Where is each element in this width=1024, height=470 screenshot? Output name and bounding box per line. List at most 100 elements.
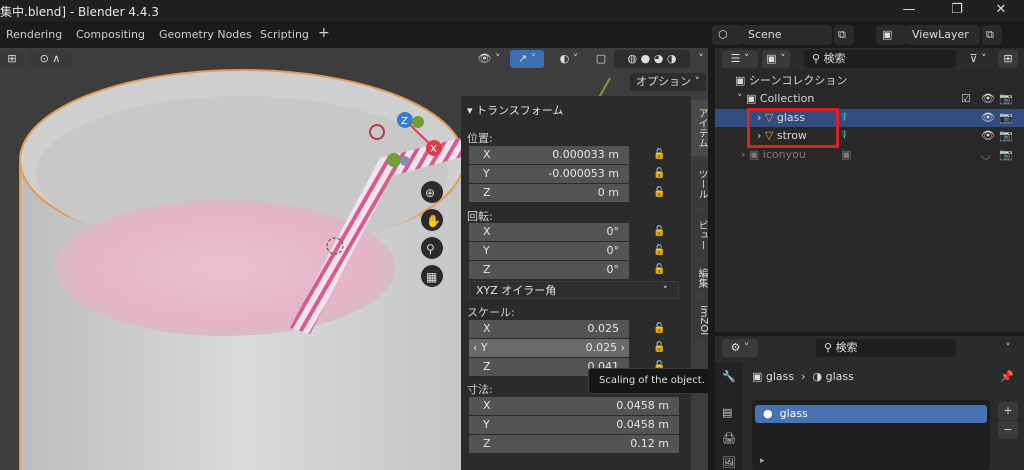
new-collection-icon[interactable]: ⊞ <box>998 50 1018 68</box>
tab-tool[interactable]: ツール <box>691 160 709 208</box>
transform-panel-header[interactable]: ▾ トランスフォーム <box>467 102 563 118</box>
maximize-button[interactable]: ❐ <box>934 0 980 22</box>
properties-breadcrumb: ▣ glass › ◑ glass <box>752 370 854 383</box>
properties-options-icon[interactable]: ˅ <box>998 339 1018 357</box>
lock-icon[interactable]: 🔓 <box>653 264 665 276</box>
rotation-z-field[interactable]: Z 0° <box>469 261 629 279</box>
location-z-field[interactable]: Z0 m <box>469 184 629 202</box>
gizmo-y-icon[interactable] <box>412 116 424 128</box>
eye-icon[interactable]: 👁 <box>981 90 995 108</box>
location-label: 位置: <box>467 132 493 145</box>
location-x-field[interactable]: X 0.000033 m <box>469 146 629 164</box>
area-divider[interactable] <box>708 48 715 470</box>
tab-compositing[interactable]: Compositing <box>76 28 145 41</box>
lock-icon[interactable]: 🔓 <box>653 149 665 161</box>
tab-scripting[interactable]: Scripting <box>260 28 309 41</box>
mesh-data-icon[interactable]: ⍒ <box>841 109 848 127</box>
outliner-search-input[interactable]: ⚲ 検索 <box>804 50 956 68</box>
lock-icon[interactable]: 🔓 <box>653 342 665 354</box>
properties-editor-type-icon[interactable]: ⚙ ˅ <box>722 339 758 357</box>
breadcrumb-object: glass <box>765 370 795 383</box>
display-mode-icon[interactable]: ☰ ˅ <box>722 50 758 68</box>
camera-icon[interactable]: 📷 <box>999 109 1013 127</box>
transform-header-label: トランスフォーム <box>476 104 564 117</box>
pin-icon[interactable]: 📌 <box>1000 370 1014 383</box>
checkbox-icon[interactable]: ☑ <box>961 90 971 108</box>
add-workspace-button[interactable]: + <box>318 25 330 41</box>
collection-label: Collection <box>759 92 815 105</box>
add-slot-button[interactable]: + <box>998 402 1018 420</box>
eye-icon[interactable]: 👁 <box>981 109 995 127</box>
view-layer-selector[interactable]: ViewLayer <box>906 25 980 45</box>
material-slot-glass[interactable]: ● glass <box>755 405 987 423</box>
rotation-mode-dropdown[interactable]: XYZ オイラー角 ˅ <box>469 281 679 299</box>
scene-copy-icon[interactable]: ⧉ <box>834 25 854 45</box>
overlay-icon[interactable]: ◐ ˅ <box>552 50 586 68</box>
lock-icon[interactable]: 🔓 <box>653 245 665 257</box>
filter-icon[interactable]: ⊽ ˅ <box>964 50 992 68</box>
outliner-search-placeholder: 検索 <box>823 52 846 65</box>
view-layer-icon[interactable]: ▣ <box>876 25 906 45</box>
tab-imzoi[interactable]: imZOI <box>691 298 709 342</box>
lock-icon[interactable]: 🔓 <box>653 168 665 180</box>
scene-collection-row[interactable]: ▣ シーンコレクション <box>715 72 1024 90</box>
svg-text:Z: Z <box>401 116 408 127</box>
camera-icon[interactable]: 📷 <box>999 146 1013 164</box>
dimensions-z-field[interactable]: Z 0.12 m <box>469 435 679 453</box>
render-icon[interactable]: ▤ <box>722 406 732 419</box>
lock-icon[interactable]: 🔓 <box>653 323 665 335</box>
view-layer-copy-icon[interactable]: ⧉ <box>982 25 1002 45</box>
scale-x-field[interactable]: X 0.025 <box>469 320 629 338</box>
dimensions-x-field[interactable]: X 0.0458 m <box>469 397 679 415</box>
lock-icon[interactable]: 🔓 <box>653 226 665 238</box>
svg-text:X: X <box>430 144 437 155</box>
material-slot-label: glass <box>779 407 808 420</box>
options-dropdown[interactable]: オプション ˅ <box>630 73 706 91</box>
gizmo-toggle-icon[interactable]: ↗ ˅ <box>510 50 544 68</box>
dimensions-label: 寸法: <box>467 383 493 396</box>
scale-label: スケール: <box>467 306 515 319</box>
rotation-y-field[interactable]: Y 0° <box>469 242 629 260</box>
xray-icon[interactable]: ▢ <box>593 50 609 68</box>
visibility-icon[interactable]: 👁 ˅ <box>474 50 504 68</box>
close-button[interactable]: ✕ <box>978 0 1024 22</box>
options-label: オプション <box>636 75 691 88</box>
tab-view[interactable]: ビュー <box>691 212 709 258</box>
tooltip: Scaling of the object. <box>588 368 710 394</box>
mesh-data-icon[interactable]: ⍒ <box>841 127 848 145</box>
output-icon[interactable]: 🖨 <box>722 432 736 445</box>
properties-search-input[interactable]: ⚲ 検索 <box>816 339 956 357</box>
expand-icon[interactable]: ▸ <box>760 456 765 466</box>
camera-icon[interactable]: 📷 <box>999 127 1013 145</box>
tab-edit[interactable]: 編集 <box>691 262 709 294</box>
scale-y-field[interactable]: ‹ Y 0.025 › <box>469 339 629 357</box>
editor-type-icon[interactable]: ⊞ <box>0 50 24 68</box>
remove-slot-button[interactable]: − <box>998 421 1018 439</box>
view-layer-tab-icon[interactable]: 🖼 <box>722 456 736 469</box>
filter-view-icon[interactable]: ▣ ˅ <box>762 50 790 68</box>
transform-pivot-icon[interactable]: ⊙ ∧ <box>28 50 72 68</box>
title-bar: 集中.blend] - Blender 4.4.3 — ❐ ✕ <box>0 0 1024 22</box>
shading-modes[interactable]: ◍ ● ◕ ◑ <box>614 50 690 68</box>
lock-icon[interactable]: 🔓 <box>653 187 665 199</box>
tab-item[interactable]: アイテム <box>691 100 709 156</box>
minimize-button[interactable]: — <box>886 0 932 22</box>
scene-selector[interactable]: Scene <box>742 25 832 45</box>
rotation-x-field[interactable]: X 0° <box>469 223 629 241</box>
outliner-item-iconyou[interactable]: › ▣ iconyou ▣ ◡ 📷 <box>715 146 1024 164</box>
tool-icon[interactable]: 🔧 <box>722 370 736 383</box>
collection-row[interactable]: ˅ ▣ Collection ☑ 👁 📷 <box>715 90 1024 108</box>
scene-icon[interactable]: ⬡ <box>712 25 742 45</box>
sidebar-n-panel: ▾ トランスフォーム 位置: X 0.000033 m Y -0.000053 m … <box>461 96 691 470</box>
location-y-field[interactable]: Y -0.000053 m <box>469 165 629 183</box>
dimensions-y-field[interactable]: Y 0.0458 m <box>469 416 679 434</box>
tab-rendering[interactable]: Rendering <box>6 28 62 41</box>
iconyou-label: iconyou <box>762 148 806 161</box>
tab-geometry-nodes[interactable]: Geometry Nodes <box>159 28 252 41</box>
eye-icon[interactable]: 👁 <box>981 127 995 145</box>
camera-icon[interactable]: 📷 <box>999 90 1013 108</box>
collection-icon[interactable]: ▣ <box>841 146 851 164</box>
eye-closed-icon[interactable]: ◡ <box>981 146 991 164</box>
shading-dropdown-icon[interactable]: ˅ <box>694 50 708 68</box>
svg-text:⊕: ⊕ <box>425 186 435 200</box>
